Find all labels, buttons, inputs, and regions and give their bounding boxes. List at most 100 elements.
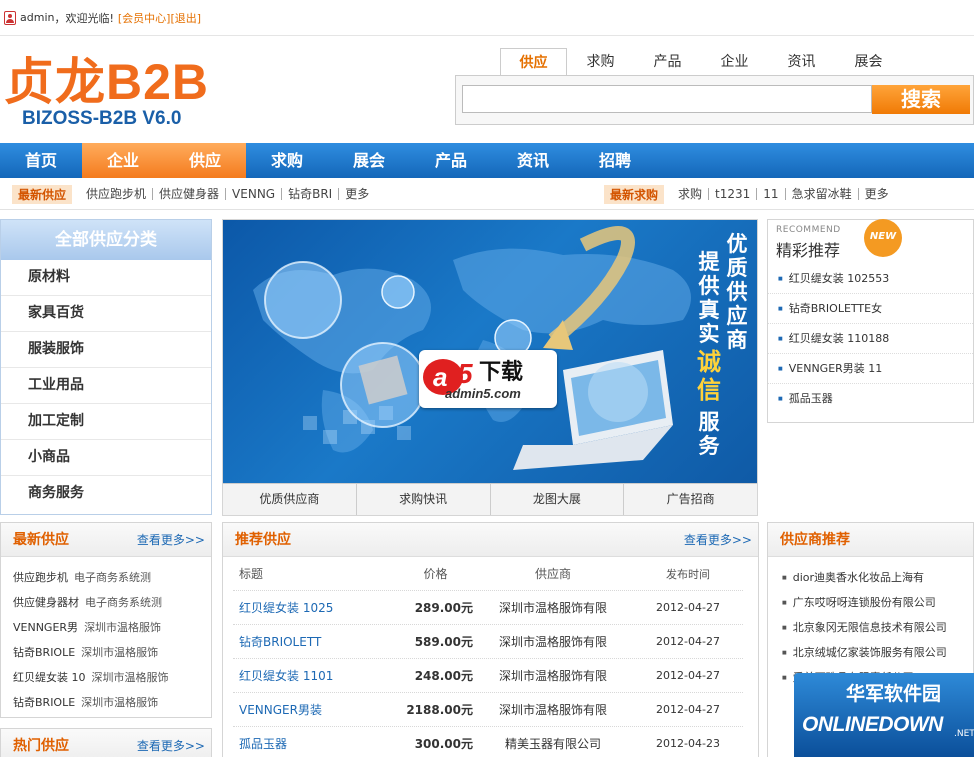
supply-categories: 全部供应分类 原材料 家具百货 服装服饰 工业用品 加工定制 小商品 商务服务 <box>0 219 212 515</box>
recommend-item[interactable]: 孤品玉器 <box>768 384 973 414</box>
row-title-link[interactable]: 红贝缇女装 1025 <box>233 599 398 616</box>
category-item[interactable]: 服装服饰 <box>1 332 211 368</box>
table-row: 红贝缇女装 1025 289.00元 深圳市温格服饰有限 2012-04-27 <box>233 591 743 625</box>
search-tab-supply[interactable]: 供应 <box>500 48 567 76</box>
list-item[interactable]: 供应跑步机 电子商务系统测 <box>1 565 211 590</box>
search-tab-buy[interactable]: 求购 <box>567 48 634 76</box>
recommend-item[interactable]: 红贝缇女装 110188 <box>768 324 973 354</box>
banner-slider: 优质供应商 提供真实 诚信 服务 a 5 下载 admin5.com 优质供应商… <box>222 219 758 516</box>
welcome-text: ，欢迎光临! <box>54 11 114 25</box>
category-item[interactable]: 小商品 <box>1 440 211 476</box>
banner-tab-quality-supplier[interactable]: 优质供应商 <box>223 484 357 515</box>
search-tab-product[interactable]: 产品 <box>634 48 701 76</box>
category-item[interactable]: 原材料 <box>1 260 211 296</box>
search-tab-expo[interactable]: 展会 <box>835 48 902 76</box>
quick-supply-link[interactable]: 供应跑步机 <box>80 188 154 200</box>
row-title-link[interactable]: 孤品玉器 <box>233 735 398 752</box>
table-row: 孤品玉器 300.00元 精美玉器有限公司 2012-04-23 <box>233 727 743 757</box>
banner-tab-ad-sales[interactable]: 广告招商 <box>624 484 757 515</box>
supplier-item[interactable]: 北京绒城亿家装饰服务有限公司 <box>768 640 973 665</box>
banner-tab-dragon-expo[interactable]: 龙图大展 <box>491 484 625 515</box>
recommend-item[interactable]: 钻奇BRIOLETTE女 <box>768 294 973 324</box>
list-item[interactable]: VENNGER男 深圳市温格服饰 <box>1 615 211 640</box>
nav-item-news[interactable]: 资讯 <box>492 143 574 178</box>
logout-link[interactable]: [退出] <box>170 10 201 26</box>
a5-logo-url: admin5.com <box>445 386 521 401</box>
quick-buy-link[interactable]: t1231 <box>709 188 758 200</box>
row-supplier[interactable]: 深圳市温格服饰有限 <box>473 633 633 650</box>
quick-buy-link[interactable]: 急求留冰鞋 <box>786 188 859 200</box>
row-title-link[interactable]: 钻奇BRIOLETT <box>233 633 398 650</box>
banner-tab-buy-news[interactable]: 求购快讯 <box>357 484 491 515</box>
category-item[interactable]: 家具百货 <box>1 296 211 332</box>
list-item-company: 深圳市温格服饰 <box>81 696 159 709</box>
search-input[interactable] <box>462 85 872 113</box>
username: admin <box>20 11 55 24</box>
search-tab-company[interactable]: 企业 <box>701 48 768 76</box>
quick-buy-link[interactable]: 11 <box>757 188 786 200</box>
latest-buy-links: 最新求购 求购 t1231 11 急求留冰鞋 更多 <box>604 178 895 210</box>
quick-buy-link[interactable]: 求购 <box>672 188 710 200</box>
row-supplier[interactable]: 深圳市温格服饰有限 <box>473 701 633 718</box>
recommend-item[interactable]: 红贝缇女装 102553 <box>768 264 973 294</box>
row-supplier[interactable]: 深圳市温格服饰有限 <box>473 599 633 616</box>
category-item[interactable]: 工业用品 <box>1 368 211 404</box>
list-item-name: 钻奇BRIOLE <box>13 696 76 709</box>
nav-item-jobs[interactable]: 招聘 <box>574 143 656 178</box>
search-tab-news[interactable]: 资讯 <box>768 48 835 76</box>
list-item-name: 红贝缇女装 10 <box>13 671 86 684</box>
latest-supply-list: 供应跑步机 电子商务系统测 供应健身器材 电子商务系统测 VENNGER男 深圳市温格… <box>1 557 211 715</box>
list-item[interactable]: 钻奇BRIOLE 深圳市温格服饰 <box>1 690 211 715</box>
recommend-item[interactable]: VENNGER男装 11 <box>768 354 973 384</box>
recommend-list: 红贝缇女装 102553 钻奇BRIOLETTE女 红贝缇女装 110188 V… <box>768 264 973 414</box>
nav-item-product[interactable]: 产品 <box>410 143 492 178</box>
search-tabs: 供应 求购 产品 企业 资讯 展会 <box>500 48 902 76</box>
main-nav: 首页 企业 供应 求购 展会 产品 资讯 招聘 <box>0 143 974 178</box>
quick-supply-link[interactable]: 钻奇BRI <box>282 188 340 200</box>
site-logo[interactable]: 贞龙B2B <box>4 42 209 114</box>
quick-buy-more-link[interactable]: 更多 <box>859 188 895 200</box>
banner-image[interactable]: 优质供应商 提供真实 诚信 服务 a 5 下载 admin5.com <box>223 220 757 483</box>
category-item[interactable]: 商务服务 <box>1 476 211 512</box>
list-item[interactable]: 红贝缇女装 10 深圳市温格服饰 <box>1 665 211 690</box>
latest-supply-badge: 最新供应 <box>12 184 73 204</box>
row-date: 2012-04-27 <box>656 669 720 682</box>
row-title-link[interactable]: VENNGER男装 <box>233 701 398 718</box>
banner-text-provide-real: 提供真实 <box>698 249 720 346</box>
recommended-supply-more-link[interactable]: 查看更多>> <box>684 523 752 557</box>
list-item[interactable]: 供应健身器材 电子商务系统测 <box>1 590 211 615</box>
supplier-item[interactable]: 北京象冈无限信息技术有限公司 <box>768 615 973 640</box>
row-price: 589.00元 <box>414 635 473 649</box>
supplier-item[interactable]: dior迪奥香水化妆品上海有 <box>768 565 973 590</box>
latest-supply-more-link[interactable]: 查看更多>> <box>137 523 205 557</box>
search-box: 搜索 <box>455 75 974 125</box>
column-header-price: 价格 <box>423 567 448 581</box>
recommended-supply-title: 推荐供应 <box>235 532 291 548</box>
nav-item-supply[interactable]: 供应 <box>164 143 246 178</box>
nav-item-expo[interactable]: 展会 <box>328 143 410 178</box>
row-supplier[interactable]: 精美玉器有限公司 <box>473 735 633 752</box>
member-center-link[interactable]: [会员中心] <box>118 10 171 26</box>
category-item[interactable]: 加工定制 <box>1 404 211 440</box>
recommended-supply-table: 标题 价格 供应商 发布时间 红贝缇女装 1025 289.00元 深圳市温格服… <box>233 557 743 757</box>
nav-item-buy[interactable]: 求购 <box>246 143 328 178</box>
nav-item-home[interactable]: 首页 <box>0 143 82 178</box>
watermark-cn-text: 华军软件园 <box>846 683 942 705</box>
row-price: 300.00元 <box>414 737 473 751</box>
quick-supply-link[interactable]: VENNG <box>226 188 283 200</box>
list-item[interactable]: 钻奇BRIOLE 深圳市温格服饰 <box>1 640 211 665</box>
supplier-item[interactable]: 广东哎呀呀连锁股份有限公司 <box>768 590 973 615</box>
a5-logo-text: 下载 <box>479 360 524 385</box>
svg-text:5: 5 <box>457 358 473 389</box>
row-supplier[interactable]: 深圳市温格服饰有限 <box>473 667 633 684</box>
hot-supply-more-link[interactable]: 查看更多>> <box>137 729 205 757</box>
list-item-company: 深圳市温格服饰 <box>84 621 162 634</box>
list-item-company: 深圳市温格服饰 <box>91 671 169 684</box>
nav-item-company[interactable]: 企业 <box>82 143 164 178</box>
row-title-link[interactable]: 红贝缇女装 1101 <box>233 667 398 684</box>
supplier-recommend-list: dior迪奥香水化妆品上海有 广东哎呀呀连锁股份有限公司 北京象冈无限信息技术有… <box>768 557 973 690</box>
quick-supply-link[interactable]: 供应健身器 <box>153 188 227 200</box>
quick-supply-more-link[interactable]: 更多 <box>339 188 375 200</box>
search-button[interactable]: 搜索 <box>872 85 970 114</box>
recommend-title: 精彩推荐 <box>776 241 841 260</box>
